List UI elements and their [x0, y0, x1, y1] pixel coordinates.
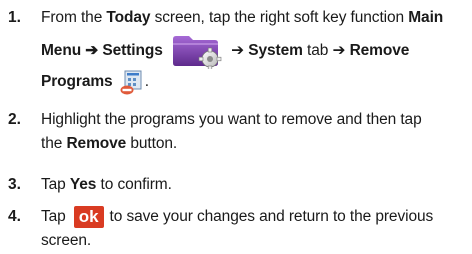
step-number: 4. — [8, 208, 21, 225]
instruction-steps: 1. From the Today screen, tap the right … — [0, 0, 472, 254]
remove-label: Remove — [349, 42, 410, 60]
yes-label: Yes — [69, 176, 97, 193]
text: button. — [126, 135, 178, 152]
ok-softkey-icon: ok — [73, 205, 104, 228]
step-1-line-3: Programs . — [41, 68, 149, 96]
step-3-line-1: Tap Yes to confirm. — [41, 175, 172, 195]
text: Tap — [41, 208, 66, 225]
menu-settings-label: Menu ➔ Settings — [41, 42, 163, 60]
text: From the — [41, 9, 107, 26]
step-4-line-1: Tap ok to save your changes and return to … — [41, 205, 433, 229]
arrow-text: ➔ — [231, 42, 249, 60]
step-number: 2. — [8, 111, 21, 128]
step-2-line-1: Highlight the programs you want to remov… — [41, 110, 422, 130]
text: Tap — [41, 176, 70, 193]
remove-button-label: Remove — [66, 135, 127, 152]
step-4-line-2: screen. — [41, 231, 91, 251]
settings-folder-icon — [171, 33, 223, 71]
text: Highlight the programs you want to remov… — [41, 111, 422, 128]
text: the — [41, 135, 67, 152]
text: screen, tap the right soft key function — [150, 9, 409, 26]
step-1-line-2: Menu ➔ Settings ➔ System tab ➔ Remove — [41, 33, 410, 71]
step-number: 3. — [8, 176, 21, 193]
programs-label: Programs — [41, 73, 113, 90]
main-label: Main — [408, 9, 444, 26]
step-1-line-1: From the Today screen, tap the right sof… — [41, 8, 443, 28]
step-2-line-2: the Remove button. — [41, 134, 177, 154]
text: tab ➔ — [302, 42, 350, 60]
text: to confirm. — [96, 176, 172, 193]
step-number: 1. — [8, 9, 21, 26]
today-label: Today — [106, 9, 151, 26]
text: to save your changes and return to the p… — [109, 208, 434, 225]
text: screen. — [41, 232, 92, 249]
system-label: System — [248, 42, 303, 60]
text: . — [144, 73, 149, 90]
remove-programs-icon — [119, 69, 145, 95]
